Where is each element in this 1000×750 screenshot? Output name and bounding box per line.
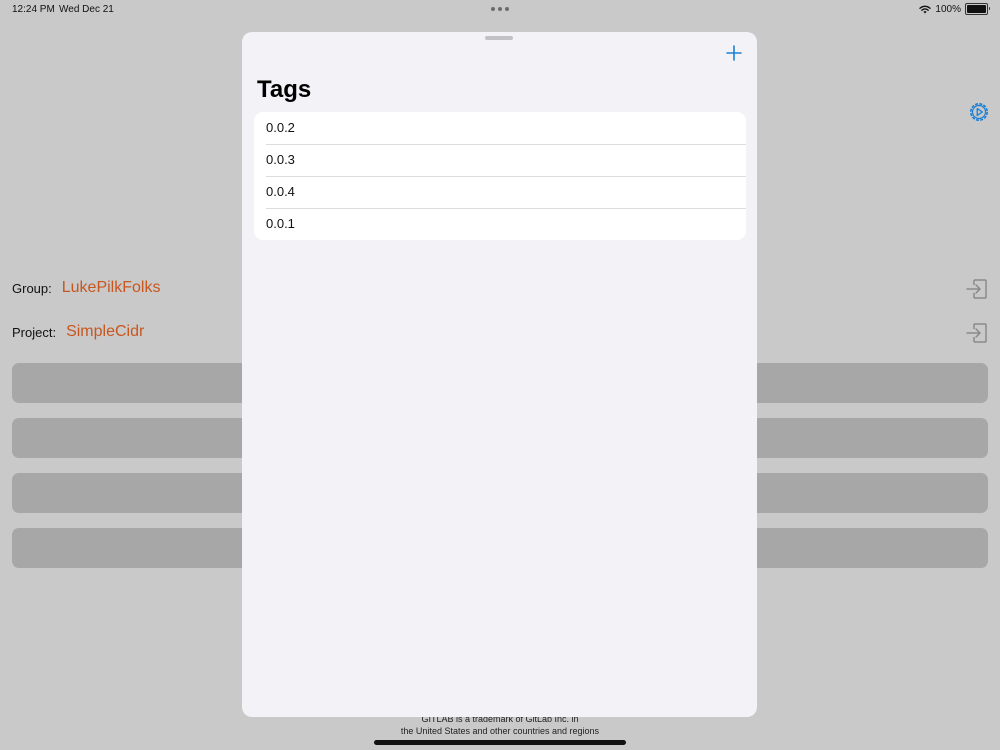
status-date: Wed Dec 21 [59, 4, 114, 15]
group-row: Group: LukePilkFolks [12, 279, 160, 297]
dot-icon [505, 7, 509, 11]
battery-icon [965, 3, 990, 15]
footer-line: the United States and other countries an… [400, 726, 600, 736]
project-row: Project: SimpleCidr [12, 323, 144, 341]
project-label: Project: [12, 324, 57, 340]
gear-icon[interactable] [968, 101, 990, 123]
tag-item[interactable]: 0.0.2 [254, 112, 746, 144]
login-arrow-icon[interactable] [965, 321, 989, 345]
sheet-title: Tags [257, 76, 312, 103]
status-time: 12:24 PM [12, 4, 55, 15]
dot-icon [491, 7, 495, 11]
group-value[interactable]: LukePilkFolks [62, 279, 161, 297]
battery-percent: 100% [935, 3, 961, 15]
wifi-icon [919, 5, 932, 14]
home-indicator[interactable] [374, 740, 626, 745]
status-right: 100% [919, 3, 990, 15]
plus-icon [726, 45, 742, 61]
add-tag-button[interactable] [723, 42, 745, 64]
login-arrow-icon[interactable] [965, 277, 989, 301]
dot-icon [498, 7, 502, 11]
tag-item[interactable]: 0.0.1 [254, 208, 746, 240]
tag-list: 0.0.2 0.0.3 0.0.4 0.0.1 [254, 112, 746, 240]
group-label: Group: [12, 280, 52, 296]
sheet-grabber[interactable] [485, 36, 513, 40]
multitasking-menu[interactable] [491, 7, 509, 11]
tag-item[interactable]: 0.0.4 [254, 176, 746, 208]
status-bar: 12:24 PM Wed Dec 21 100% [0, 0, 1000, 20]
project-value[interactable]: SimpleCidr [66, 323, 144, 341]
tag-item[interactable]: 0.0.3 [254, 144, 746, 176]
tags-sheet: Tags 0.0.2 0.0.3 0.0.4 0.0.1 [242, 32, 757, 717]
